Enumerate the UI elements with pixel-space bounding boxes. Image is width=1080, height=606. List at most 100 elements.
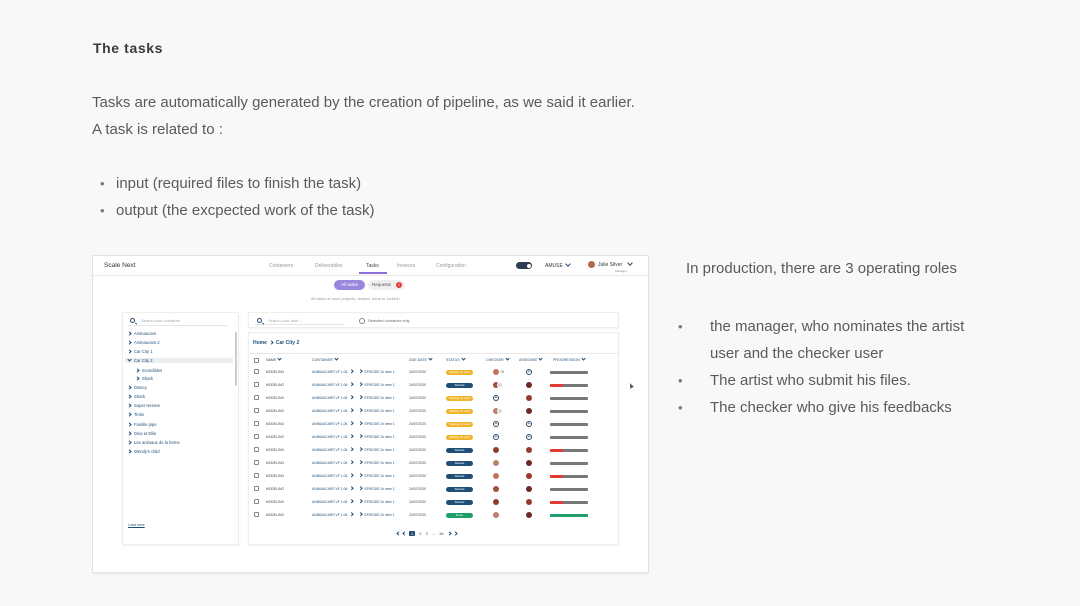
add-assignee-icon[interactable]: + bbox=[526, 369, 532, 375]
nav-tab-deliverables[interactable]: Deliverables bbox=[315, 263, 343, 269]
row-checkbox[interactable] bbox=[254, 395, 259, 400]
task-container-path[interactable]: ANIMAUCARS VF 1.06 EPISODE 2x view 1 bbox=[312, 473, 395, 478]
row-checkbox[interactable] bbox=[254, 512, 259, 517]
column-header-status[interactable]: STATUS bbox=[446, 356, 466, 362]
row-checkbox[interactable] bbox=[254, 447, 259, 452]
task-search-input[interactable]: Search your task ... bbox=[255, 317, 344, 325]
row-checkbox[interactable] bbox=[254, 473, 259, 478]
row-checkbox[interactable] bbox=[254, 434, 259, 439]
row-checkbox[interactable] bbox=[254, 382, 259, 387]
task-container-path[interactable]: ANIMAUCARS VF 1.06 EPISODE 2x view 1 bbox=[312, 447, 395, 452]
row-checkbox[interactable] bbox=[254, 499, 259, 504]
side-scrollbar[interactable] bbox=[235, 332, 237, 386]
sidebar-item[interactable]: Animaucars bbox=[127, 330, 156, 336]
task-container-path[interactable]: ANIMAUCARS VF 1.06 EPISODE 2x view 1 bbox=[312, 421, 395, 426]
chevron-right-icon[interactable] bbox=[446, 530, 452, 536]
container-name: ANIMAUCARS VF 1.06 bbox=[312, 474, 348, 478]
avatar[interactable] bbox=[526, 395, 532, 401]
avatar[interactable] bbox=[497, 382, 503, 388]
avatar[interactable] bbox=[493, 369, 499, 375]
column-header-assignee[interactable]: ASSIGNEE bbox=[519, 356, 543, 362]
column-header-due-date[interactable]: DUE DATE bbox=[409, 356, 433, 362]
task-container-path[interactable]: ANIMAUCARS VF 1.06 EPISODE 2x view 1 bbox=[312, 460, 395, 465]
breadcrumb-current[interactable]: Car City 2 bbox=[276, 340, 299, 346]
theme-toggle[interactable] bbox=[516, 262, 532, 269]
avatar[interactable] bbox=[497, 408, 503, 414]
column-header-container[interactable]: CONTAINER bbox=[312, 356, 339, 362]
avatar[interactable] bbox=[526, 512, 532, 518]
avatar[interactable] bbox=[526, 408, 532, 414]
avatar[interactable] bbox=[526, 382, 532, 388]
task-container-path[interactable]: ANIMAUCARS VF 1.06 EPISODE 2x view 1 bbox=[312, 512, 395, 517]
task-container-path[interactable]: ANIMAUCARS VF 1.06 EPISODE 2x view 1 bbox=[312, 434, 395, 439]
avatar[interactable] bbox=[493, 460, 499, 466]
user-menu[interactable]: Julie Silver bbox=[598, 260, 634, 268]
sidebar-item[interactable]: Dina et Ellie bbox=[127, 430, 156, 436]
sidebar-item[interactable]: Car City 1 bbox=[127, 348, 153, 354]
sidebar-item[interactable]: Incredibles bbox=[135, 367, 162, 373]
org-selector[interactable]: AMUSE bbox=[545, 261, 571, 269]
column-header-progression[interactable]: PROGRESSION bbox=[553, 356, 586, 362]
sidebar-item[interactable]: Les animaux de la ferme bbox=[127, 439, 180, 445]
row-checkbox[interactable] bbox=[254, 460, 259, 465]
sidebar-item[interactable]: Shark bbox=[135, 375, 153, 381]
sidebar-item[interactable]: Wendy's child bbox=[127, 448, 160, 454]
avatar[interactable] bbox=[526, 499, 532, 505]
page-number[interactable]: 2 bbox=[419, 531, 421, 536]
task-container-path[interactable]: ANIMAUCARS VF 1.06 EPISODE 2x view 1 bbox=[312, 499, 395, 504]
selected-only-radio[interactable] bbox=[359, 318, 365, 324]
avatar[interactable] bbox=[493, 486, 499, 492]
avatar[interactable] bbox=[526, 447, 532, 453]
sidebar-item[interactable]: Car City 2 bbox=[125, 356, 233, 363]
chevron-right-icon[interactable] bbox=[452, 530, 458, 536]
sidebar-item[interactable]: Super Heroes bbox=[127, 402, 160, 408]
add-checker-icon[interactable]: + bbox=[493, 395, 499, 401]
page-number[interactable]: 1 bbox=[409, 531, 416, 536]
tab-requests[interactable]: Requests 2 bbox=[368, 280, 405, 290]
task-container-path[interactable]: ANIMAUCARS VF 1.06 EPISODE 2x view 1 bbox=[312, 486, 395, 491]
sidebar-item[interactable]: Famille pipe bbox=[127, 421, 157, 427]
chevron-left-icon[interactable] bbox=[402, 530, 407, 536]
task-container-path[interactable]: ANIMAUCARS VF 1.06 EPISODE 2x view 1 bbox=[312, 369, 395, 374]
column-header-name[interactable]: NAME bbox=[266, 356, 283, 362]
nav-tab-configuration[interactable]: Configuration bbox=[436, 263, 466, 269]
page-number[interactable]: 18 bbox=[439, 531, 443, 536]
add-checker-icon[interactable]: + bbox=[493, 421, 499, 427]
container-search-input[interactable]: Search your container bbox=[128, 316, 227, 326]
nav-tab-invoices[interactable]: Invoices bbox=[397, 263, 415, 269]
avatar[interactable] bbox=[493, 512, 499, 518]
avatar[interactable] bbox=[588, 261, 595, 268]
task-container-path[interactable]: ANIMAUCARS VF 1.06 EPISODE 2x view 1 bbox=[312, 408, 395, 413]
sidebar-item[interactable]: Shark bbox=[127, 393, 145, 399]
nav-tab-containers[interactable]: Containers bbox=[269, 263, 293, 269]
row-checkbox[interactable] bbox=[254, 369, 259, 374]
column-header-checker[interactable]: CHECKER bbox=[486, 356, 510, 362]
avatar[interactable] bbox=[493, 447, 499, 453]
nav-tab-tasks[interactable]: Tasks bbox=[366, 263, 379, 269]
sidebar-item[interactable]: Tintin bbox=[127, 411, 144, 417]
chevron-left-icon[interactable] bbox=[396, 530, 401, 536]
task-name: MODELING bbox=[266, 409, 285, 413]
sidebar-item[interactable]: Animaucars 2 bbox=[127, 339, 160, 345]
page-number[interactable]: 3 bbox=[425, 531, 427, 536]
add-assignee-icon[interactable]: + bbox=[526, 434, 532, 440]
row-checkbox[interactable] bbox=[254, 421, 259, 426]
avatar[interactable] bbox=[526, 486, 532, 492]
row-checkbox[interactable] bbox=[254, 486, 259, 491]
avatar[interactable] bbox=[493, 473, 499, 479]
sidebar-item[interactable]: Disney bbox=[127, 384, 147, 390]
sidebar-item-label: Famille pipe bbox=[134, 422, 157, 427]
breadcrumb-home[interactable]: Home bbox=[253, 340, 267, 346]
select-all-checkbox[interactable] bbox=[254, 358, 259, 363]
load-more-link[interactable]: Load more bbox=[128, 523, 145, 527]
tab-all-tasks[interactable]: All tasks bbox=[334, 280, 365, 290]
add-checker-icon[interactable]: + bbox=[493, 434, 499, 440]
chevron-down-icon bbox=[277, 356, 283, 361]
task-container-path[interactable]: ANIMAUCARS VF 1.06 EPISODE 2x view 1 bbox=[312, 395, 395, 400]
avatar[interactable] bbox=[526, 473, 532, 479]
avatar[interactable] bbox=[526, 460, 532, 466]
add-assignee-icon[interactable]: + bbox=[526, 421, 532, 427]
avatar[interactable] bbox=[493, 499, 499, 505]
row-checkbox[interactable] bbox=[254, 408, 259, 413]
task-container-path[interactable]: ANIMAUCARS VF 1.06 EPISODE 2x view 1 bbox=[312, 382, 395, 387]
